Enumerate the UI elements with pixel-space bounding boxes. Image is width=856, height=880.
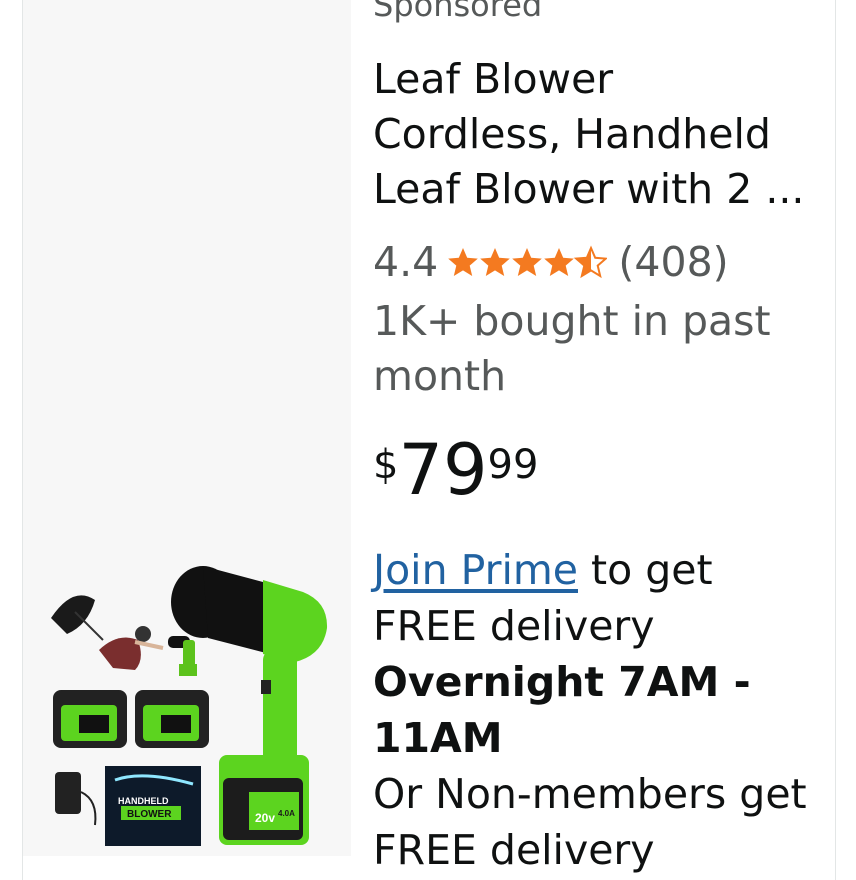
star-full-icon [512, 248, 543, 276]
battery-graphic-right [135, 690, 209, 748]
small-blower-graphic [168, 636, 197, 676]
star-half-icon [575, 247, 608, 277]
price-whole: 79 [398, 429, 488, 511]
nonmember-delivery-text: Or Non-members get FREE delivery [373, 770, 807, 874]
star-full-icon [544, 248, 575, 276]
box-text-line1: HANDHELD [118, 796, 169, 806]
battery-graphic-left [53, 690, 127, 748]
star-rating-icon[interactable] [447, 245, 608, 279]
rating-row[interactable]: 4.4 (408) [373, 238, 729, 294]
battery-voltage-text: 20v [255, 811, 275, 825]
product-title[interactable]: Leaf Blower Cordless, Handheld Leaf Blow… [373, 52, 813, 217]
title-line[interactable]: Cordless, Handheld [373, 107, 813, 162]
product-image-panel[interactable]: 20v 4.0A HANDHELD BLOWER [23, 0, 351, 856]
battery-capacity-text: 4.0A [278, 809, 295, 818]
price[interactable]: $7999 [373, 430, 538, 510]
product-box-graphic: HANDHELD BLOWER [105, 766, 201, 846]
rating-value: 4.4 [373, 238, 439, 286]
title-line[interactable]: Leaf Blower with 2 ... [373, 162, 813, 217]
star-full-icon [480, 248, 511, 276]
join-prime-link[interactable]: Join Prime [373, 546, 578, 594]
price-fraction: 99 [487, 442, 539, 488]
charger-graphic [55, 772, 97, 826]
title-line[interactable]: Leaf Blower [373, 52, 813, 107]
star-full-icon [448, 248, 479, 276]
umbrella-graphic [51, 595, 104, 641]
product-image[interactable]: 20v 4.0A HANDHELD BLOWER [23, 0, 351, 856]
price-currency-symbol: $ [373, 442, 399, 488]
bought-in-past-month: 1K+ bought in past month [373, 297, 771, 400]
delivery-window: Overnight 7AM - 11AM [373, 658, 751, 762]
rating-count[interactable]: (408) [618, 238, 728, 286]
delivery-info: Join Prime to get FREE delivery Overnigh… [373, 542, 813, 878]
sponsored-label[interactable]: Sponsored [373, 0, 542, 24]
person-graphic [99, 626, 164, 670]
box-text-line2: BLOWER [127, 809, 172, 820]
